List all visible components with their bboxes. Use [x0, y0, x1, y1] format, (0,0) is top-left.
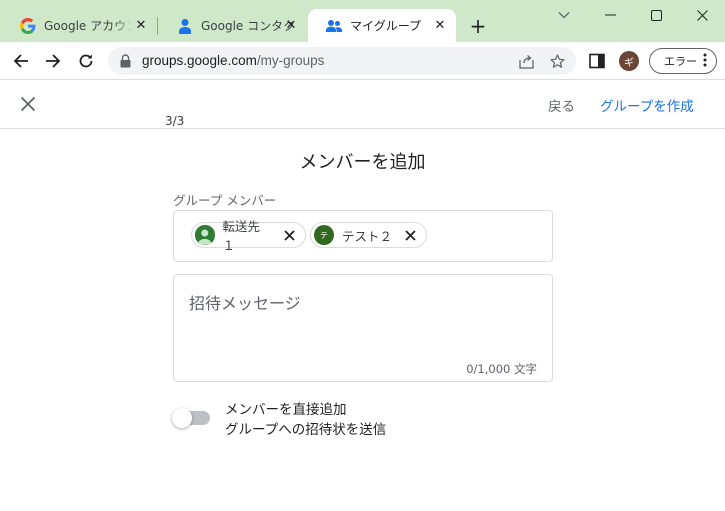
create-group-button[interactable]: グループを作成 — [600, 95, 694, 115]
person-avatar-icon — [195, 225, 215, 245]
forward-arrow-icon[interactable] — [41, 49, 65, 73]
member-name: テスト２ — [342, 228, 393, 244]
close-icon[interactable] — [18, 94, 38, 114]
close-tab-icon[interactable]: ✕ — [432, 17, 448, 33]
close-tab-icon[interactable]: ✕ — [133, 17, 149, 33]
share-icon[interactable] — [518, 53, 534, 69]
url-host: groups.google.com — [142, 53, 257, 68]
character-counter: 0/1,000 文字 — [466, 362, 537, 376]
tab-google-account[interactable]: Google アカウント ✕ — [2, 9, 157, 42]
close-tab-icon[interactable]: ✕ — [283, 17, 299, 33]
tab-title: マイグループ — [350, 19, 422, 33]
profile-avatar[interactable]: ギ — [619, 51, 639, 71]
bookmark-star-icon[interactable] — [549, 53, 565, 69]
step-indicator: 3/3 — [165, 114, 185, 128]
remove-member-icon[interactable] — [281, 227, 297, 243]
more-vert-icon — [702, 53, 708, 67]
remove-member-icon[interactable] — [402, 227, 418, 243]
back-arrow-icon[interactable] — [9, 49, 33, 73]
window-close-icon[interactable] — [679, 4, 725, 26]
reload-icon[interactable] — [74, 49, 98, 73]
member-chip[interactable]: 転送先１ — [191, 219, 306, 253]
toggle-knob — [172, 408, 192, 428]
contacts-person-icon — [177, 18, 193, 34]
page-header: 戻る グループを作成 3/3 — [0, 81, 725, 129]
page-content: 戻る グループを作成 3/3 メンバーを追加 グループ メンバー 転送先１ テ … — [0, 81, 725, 511]
add-directly-toggle[interactable] — [172, 407, 212, 429]
minimize-icon[interactable] — [587, 4, 633, 26]
google-g-icon — [20, 17, 36, 34]
url-text[interactable]: groups.google.com/my-groups — [142, 53, 324, 68]
tab-my-groups[interactable]: マイグループ ✕ — [308, 9, 456, 42]
tab-strip: Google アカウント ✕ Google コンタクト ✕ マイグループ ✕ + — [0, 0, 725, 42]
message-placeholder: 招待メッセージ — [189, 294, 301, 313]
tab-google-contacts[interactable]: Google コンタクト ✕ — [159, 9, 307, 42]
invite-message-field[interactable]: 招待メッセージ 0/1,000 文字 — [173, 274, 553, 382]
member-name: 転送先１ — [222, 219, 261, 253]
error-button[interactable]: エラー — [649, 48, 717, 74]
side-panel-icon[interactable] — [589, 53, 605, 69]
maximize-icon[interactable] — [633, 4, 679, 26]
toggle-label-secondary: グループへの招待状を送信 — [225, 422, 387, 438]
groups-people-icon — [326, 18, 342, 34]
browser-toolbar: groups.google.com/my-groups ギ エラー — [0, 42, 725, 80]
members-input[interactable]: 転送先１ テ テスト２ — [173, 210, 553, 262]
members-label: グループ メンバー — [173, 193, 277, 208]
back-button[interactable]: 戻る — [548, 95, 575, 115]
url-path: /my-groups — [256, 53, 325, 68]
address-bar[interactable]: groups.google.com/my-groups — [108, 47, 576, 75]
toggle-label-primary: メンバーを直接追加 — [225, 402, 347, 418]
member-avatar: テ — [314, 225, 334, 245]
error-label: エラー — [664, 55, 697, 68]
member-chip[interactable]: テ テスト２ — [310, 222, 427, 248]
tab-search-chevron-icon[interactable] — [541, 4, 587, 26]
new-tab-button[interactable]: + — [466, 15, 490, 39]
tab-separator — [157, 17, 158, 35]
tab-title: Google アカウント — [44, 19, 132, 33]
page-title: メンバーを追加 — [299, 152, 426, 173]
lock-icon[interactable] — [120, 53, 131, 72]
